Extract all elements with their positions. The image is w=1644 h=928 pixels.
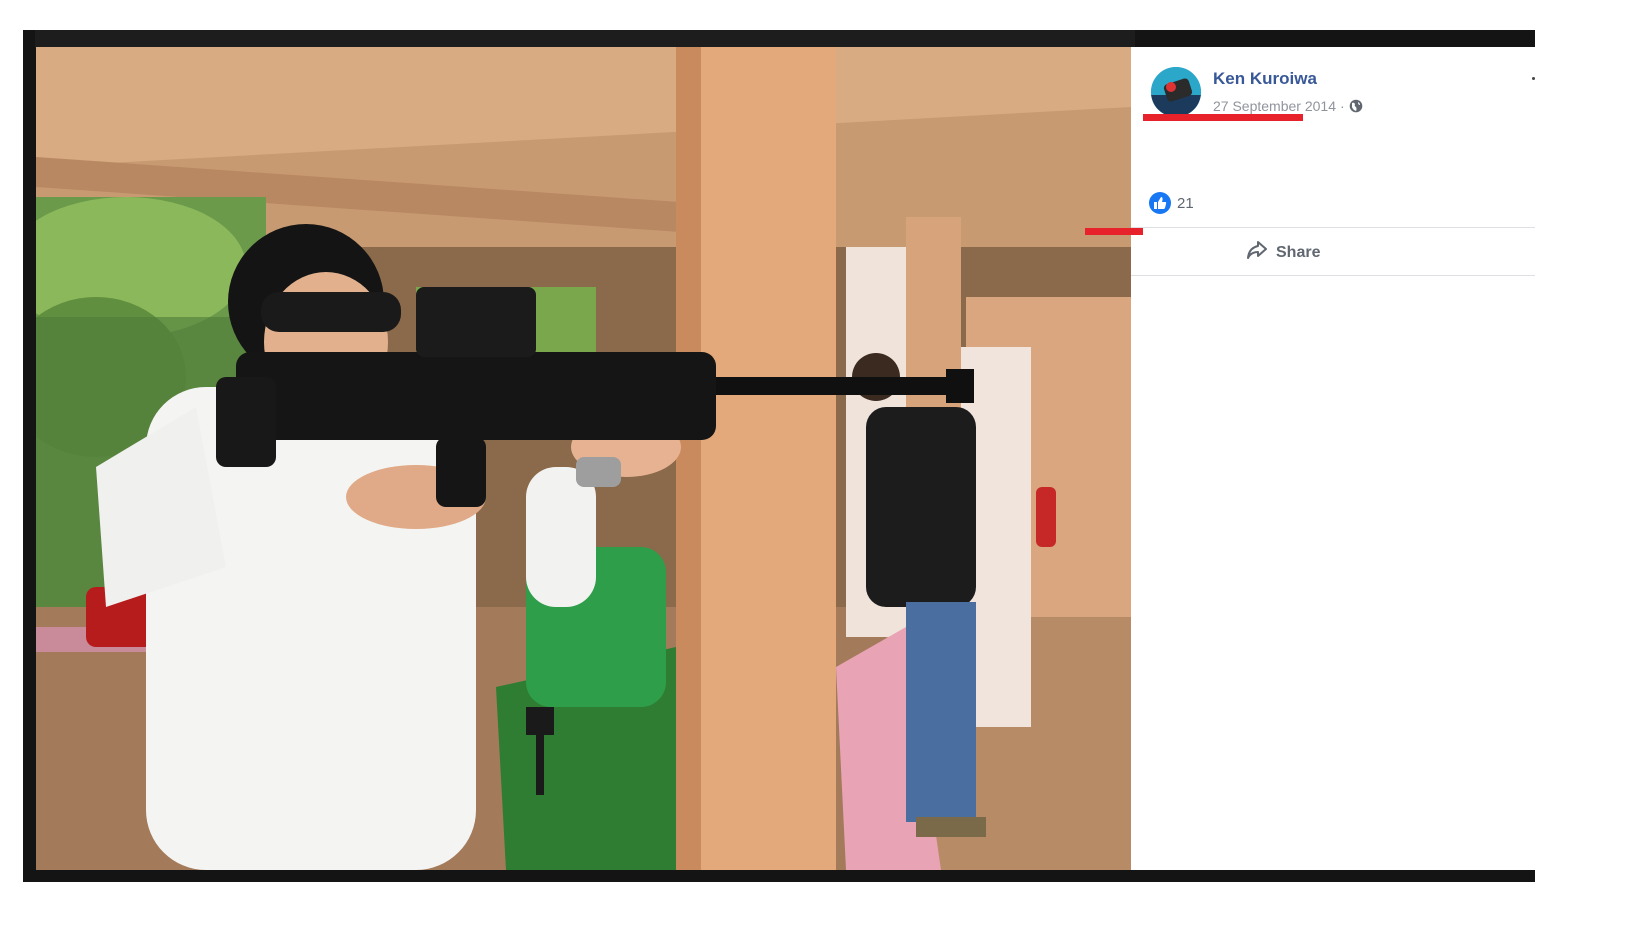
divider-top	[1131, 227, 1535, 228]
post-details-panel: Ken Kuroiwa 27 September 2014 · 21 Share	[1085, 47, 1535, 870]
more-options-icon[interactable]	[1532, 77, 1535, 80]
reactions-summary[interactable]: 21	[1149, 192, 1194, 214]
post-photo[interactable]	[36, 47, 1131, 870]
share-label: Share	[1276, 243, 1321, 261]
like-icon	[1149, 192, 1171, 214]
date-highlight-underline	[1143, 114, 1303, 121]
author-name-link[interactable]: Ken Kuroiwa	[1213, 69, 1317, 89]
divider-bottom	[1131, 275, 1535, 276]
share-arrow-icon	[1246, 240, 1268, 265]
post-date-link[interactable]: 27 September 2014	[1213, 98, 1336, 114]
reaction-count: 21	[1177, 194, 1194, 212]
viewer-bottom-strip	[23, 870, 1535, 882]
meta-separator: ·	[1339, 98, 1345, 114]
globe-icon	[1349, 99, 1363, 113]
dimmed-top-navigation	[35, 30, 1135, 48]
share-button[interactable]: Share	[1246, 240, 1320, 265]
post-meta: 27 September 2014 ·	[1213, 98, 1363, 114]
reaction-highlight-underline	[1085, 228, 1143, 235]
author-avatar[interactable]	[1151, 67, 1201, 117]
